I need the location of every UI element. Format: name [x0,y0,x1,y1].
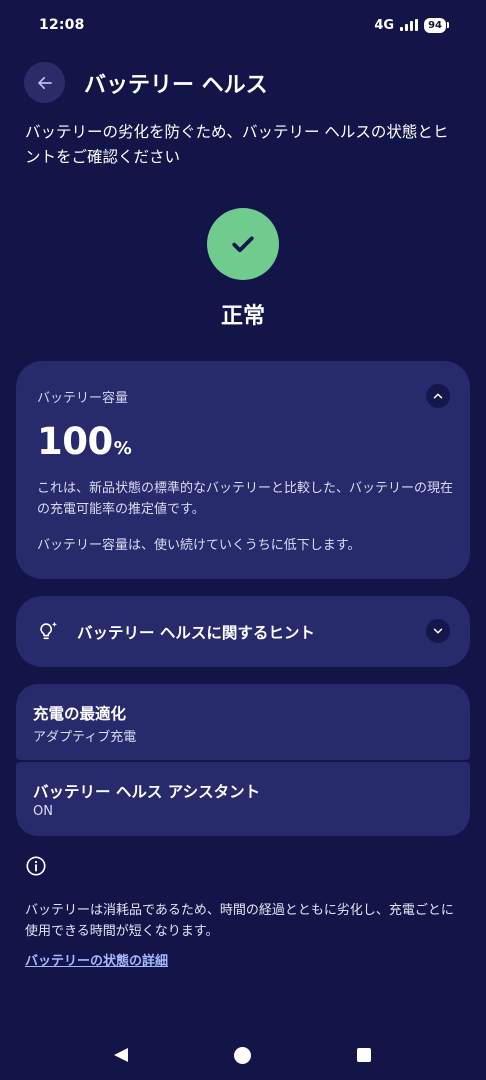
capacity-number: 100 [37,420,113,463]
footer-note: バッテリーは消耗品であるため、時間の経過とともに劣化し、充電ごとに使用できる時間… [25,903,454,939]
info-icon [26,856,46,876]
lightbulb-sparkle-icon [40,621,57,640]
setting-value: アダプティブ充電 [33,730,137,745]
status-indicators: 4G 94 [374,17,449,33]
nav-home-icon[interactable] [234,1047,251,1064]
expand-tips-button[interactable] [426,619,450,643]
capacity-label: バッテリー容量 [37,391,129,406]
status-time: 12:08 [39,17,85,33]
capacity-note: バッテリー容量は、使い続けていくうちに低下します。 [37,538,361,553]
status-bar: 12:08 4G 94 [0,0,486,52]
tips-label: バッテリー ヘルスに関するヒント [77,624,315,642]
chevron-up-icon [433,393,443,399]
capacity-description: これは、新品状態の標準的なバッテリーと比較した、バッテリーの現在の充電可能率の推… [37,481,454,517]
battery-capacity-card: バッテリー容量 100 % これは、新品状態の標準的なバッテリーと比較した、バッ… [16,361,470,579]
capacity-value: 100 % [37,420,132,463]
battery-details-link[interactable]: バッテリーの状態の詳細 [25,950,168,969]
setting-charging-optimization[interactable]: 充電の最適化 アダプティブ充電 [16,684,470,760]
check-icon [232,236,254,253]
collapse-capacity-button[interactable] [426,384,450,408]
setting-battery-health-assistant[interactable]: バッテリー ヘルス アシスタント ON [16,762,470,836]
setting-title: バッテリー ヘルス アシスタント [33,783,261,801]
arrow-back-icon [37,76,52,89]
battery-health-tips-card[interactable]: バッテリー ヘルスに関するヒント [16,596,470,667]
setting-title: 充電の最適化 [33,705,127,723]
health-status-text: 正常 [220,304,265,329]
network-type: 4G [374,17,395,33]
page-title: バッテリー ヘルス [84,73,268,98]
navigation-bar [0,1030,486,1080]
battery-level-badge: 94 [424,17,449,33]
back-button[interactable] [24,62,65,103]
chevron-down-icon [433,628,443,634]
nav-back-icon[interactable] [113,1047,129,1063]
setting-value: ON [33,804,53,819]
page-subtitle: バッテリーの劣化を防ぐため、バッテリー ヘルスの状態とヒントをご確認ください [25,123,449,166]
status-indicator [207,208,279,280]
capacity-unit: % [113,438,132,459]
signal-strength-icon [400,19,419,31]
nav-recents-icon[interactable] [357,1048,371,1062]
